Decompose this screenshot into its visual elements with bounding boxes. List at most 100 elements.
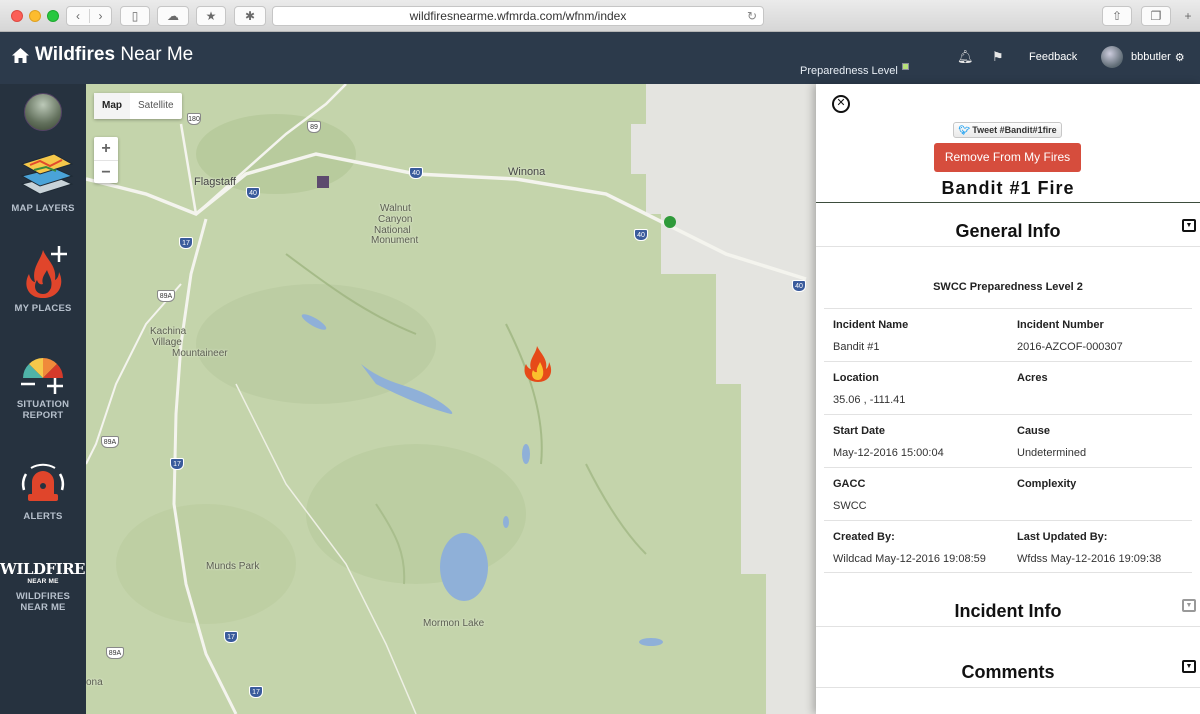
share-icon[interactable]: ⇧ — [1102, 6, 1132, 26]
sidebar-item-situation-report[interactable]: SITUATION REPORT — [0, 352, 86, 421]
table-row: GACC SWCC Complexity — [824, 467, 1192, 520]
situation-report-icon — [21, 358, 63, 394]
expand-incident-info-icon[interactable]: ▼ — [1182, 599, 1196, 612]
table-row: Start Date May-12-2016 15:00:04 Cause Un… — [824, 414, 1192, 467]
alarm-siren-icon — [21, 463, 65, 501]
route-shield-i40: 40 — [634, 229, 648, 241]
avatar[interactable] — [24, 93, 62, 131]
maximize-window-button[interactable] — [47, 10, 59, 22]
forward-icon[interactable]: › — [89, 9, 111, 23]
logo-subtext-label: NEAR ME — [27, 578, 59, 585]
wildfires-logo: WILDFIRES — [0, 562, 96, 577]
gacc-cell: GACC SWCC — [824, 468, 1008, 520]
route-shield-89a: 89A — [106, 647, 124, 659]
field-value: Wfdss May-12-2016 19:09:38 — [1017, 553, 1162, 565]
back-icon[interactable]: ‹ — [67, 9, 89, 23]
sidebar-item-alerts[interactable]: ALERTS — [0, 460, 86, 522]
general-info-header[interactable]: General Info — [816, 221, 1200, 242]
route-shield-89: 89 — [307, 121, 321, 133]
field-value: 35.06 , -111.41 — [833, 394, 906, 406]
map-view[interactable]: Map Satellite + − Flagstaff Winona Walnu… — [86, 84, 816, 714]
sidebar-item-wildfires-near-me[interactable]: WILDFIRES NEAR ME WILDFIRES NEAR ME — [0, 562, 96, 614]
map-type-satellite-button[interactable]: Satellite — [130, 93, 182, 119]
map-marker-green[interactable] — [664, 216, 676, 228]
remove-from-my-fires-button[interactable]: Remove From My Fires — [934, 143, 1081, 172]
table-row: Incident Name Bandit #1 Incident Number … — [824, 308, 1192, 361]
sidebar-item-label: WILDFIRES — [15, 591, 71, 602]
acres-cell: Acres — [1008, 362, 1192, 414]
map-type-map-button[interactable]: Map — [94, 93, 130, 119]
user-menu[interactable]: bbbutler ⚙ — [1101, 46, 1185, 68]
field-value: Undetermined — [1017, 447, 1087, 459]
collapse-general-info-icon[interactable]: ▼ — [1182, 219, 1196, 232]
field-label: Last Updated By: — [1017, 531, 1108, 543]
bell-icon[interactable]: 🔔︎ — [957, 49, 974, 65]
route-shield-i17: 17 — [179, 237, 193, 249]
section-divider — [816, 687, 1200, 688]
tabs-overview-icon[interactable]: ❐ — [1141, 6, 1171, 26]
zoom-in-button[interactable]: + — [94, 137, 118, 160]
sidebar-item-label: MY PLACES — [14, 303, 72, 314]
reload-icon[interactable]: ↻ — [747, 7, 757, 25]
sidebar-item-label: ALERTS — [23, 511, 63, 522]
left-sidebar: MAP LAYERS MY PLACES SITUATION REPORT AL… — [0, 84, 96, 714]
home-icon — [12, 47, 29, 63]
flag-icon[interactable]: ⚑ — [992, 49, 1004, 65]
place-label-kachina: Kachina — [150, 326, 187, 337]
place-label-winona: Winona — [508, 166, 546, 178]
sidebar-item-label: MAP LAYERS — [11, 203, 75, 214]
zoom-out-button[interactable]: − — [94, 160, 118, 183]
address-bar[interactable]: wildfiresnearme.wfmrda.com/wfnm/index ↻ — [272, 6, 764, 26]
field-label: Location — [833, 372, 879, 384]
extension-icon[interactable]: ✱ — [234, 6, 266, 26]
complexity-cell: Complexity — [1008, 468, 1192, 520]
mormon-lake — [440, 533, 488, 601]
title-divider — [816, 202, 1200, 203]
table-row: Location 35.06 , -111.41 Acres — [824, 361, 1192, 414]
table-row: Created By: Wildcad May-12-2016 19:08:59… — [824, 520, 1192, 573]
app-header: Wildfires Near Me Preparedness Level 🔔︎ … — [0, 32, 1200, 84]
minimize-window-button[interactable] — [29, 10, 41, 22]
start-date-cell: Start Date May-12-2016 15:00:04 — [824, 415, 1008, 467]
zoom-control: + − — [94, 137, 118, 183]
sidebar-item-label-line2: NEAR ME — [20, 602, 66, 613]
field-label: Incident Name — [833, 319, 909, 331]
cloud-icon[interactable]: ☁ — [157, 6, 189, 26]
back-forward-buttons[interactable]: ‹ › — [66, 6, 112, 26]
route-shield-180: 180 — [187, 113, 201, 125]
field-label: GACC — [833, 478, 866, 490]
place-label-canyon: Canyon — [378, 214, 413, 225]
field-value: 2016-AZCOF-000307 — [1017, 341, 1123, 353]
field-value: SWCC — [833, 500, 867, 512]
preparedness-level[interactable]: Preparedness Level — [800, 63, 909, 77]
fire-details-panel: ✕ 🐦︎ Tweet #Bandit#1fire Remove From My … — [816, 84, 1200, 714]
route-shield-i17: 17 — [170, 458, 184, 470]
route-shield-i40: 40 — [792, 280, 806, 292]
fire-title: Bandit #1 Fire — [941, 178, 1075, 198]
new-tab-icon[interactable]: + — [1177, 6, 1199, 26]
location-cell: Location 35.06 , -111.41 — [824, 362, 1008, 414]
field-value: May-12-2016 15:00:04 — [833, 447, 944, 459]
field-label: Cause — [1017, 425, 1051, 437]
sidebar-item-my-places[interactable]: MY PLACES — [0, 244, 86, 314]
comments-header[interactable]: Comments — [816, 662, 1200, 683]
expand-comments-icon[interactable]: ▼ — [1182, 660, 1196, 673]
feedback-link[interactable]: Feedback — [1029, 51, 1077, 63]
incident-info-header[interactable]: Incident Info — [816, 601, 1200, 622]
avatar — [1101, 46, 1123, 68]
sidebar-item-map-layers[interactable]: MAP LAYERS — [0, 150, 86, 214]
close-panel-button[interactable]: ✕ — [832, 95, 850, 113]
field-label: Created By: — [833, 531, 895, 543]
route-shield-89a: 89A — [157, 290, 175, 302]
app-brand[interactable]: Wildfires Near Me — [12, 44, 193, 66]
map-marker-square[interactable] — [317, 176, 329, 188]
preparedness-level-text: SWCC Preparedness Level 2 — [933, 281, 1083, 293]
tweet-button[interactable]: 🐦︎ Tweet #Bandit#1fire — [953, 122, 1062, 138]
map-type-control: Map Satellite — [94, 93, 182, 119]
sidebar-toggle-icon[interactable]: ▯ — [120, 6, 150, 26]
logo-subtext: NEAR ME — [0, 577, 86, 586]
incident-number-cell: Incident Number 2016-AZCOF-000307 — [1008, 309, 1192, 361]
field-label: Start Date — [833, 425, 885, 437]
close-window-button[interactable] — [11, 10, 23, 22]
bookmarks-icon[interactable]: ★ — [196, 6, 226, 26]
